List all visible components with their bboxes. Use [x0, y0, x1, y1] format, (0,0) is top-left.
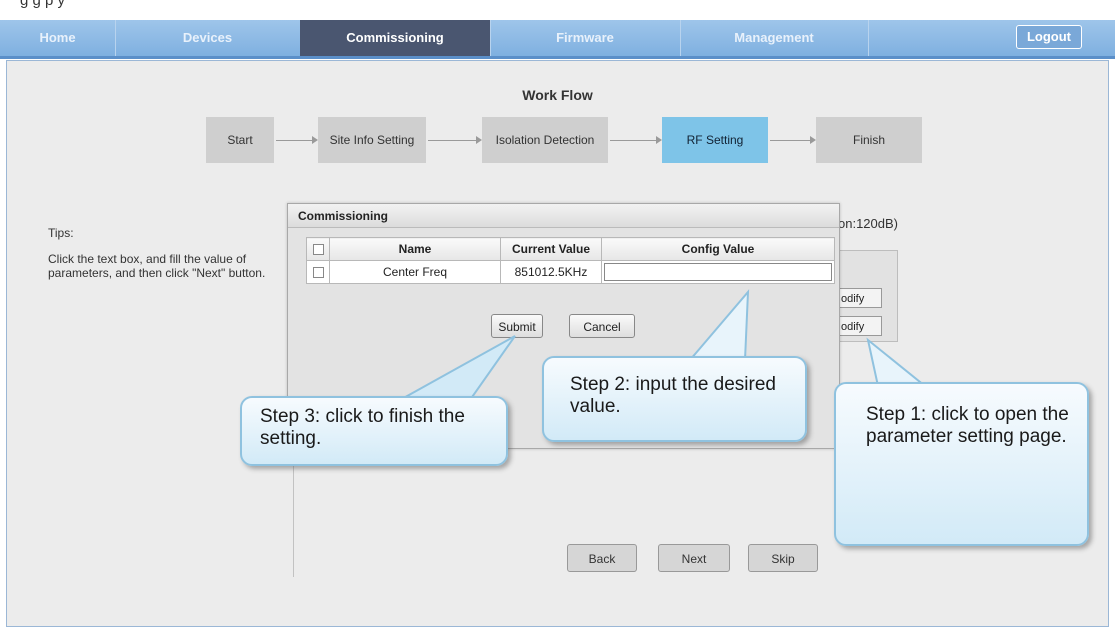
step3-pointer: [396, 335, 516, 401]
callout-step2: Step 2: input the desired value.: [542, 356, 807, 442]
callout-step3: Step 3: click to finish the setting.: [240, 396, 508, 466]
step1-pointer: [866, 337, 928, 387]
callout-step1: Step 1: click to open the parameter sett…: [834, 382, 1089, 546]
step2-pointer: [687, 289, 750, 361]
